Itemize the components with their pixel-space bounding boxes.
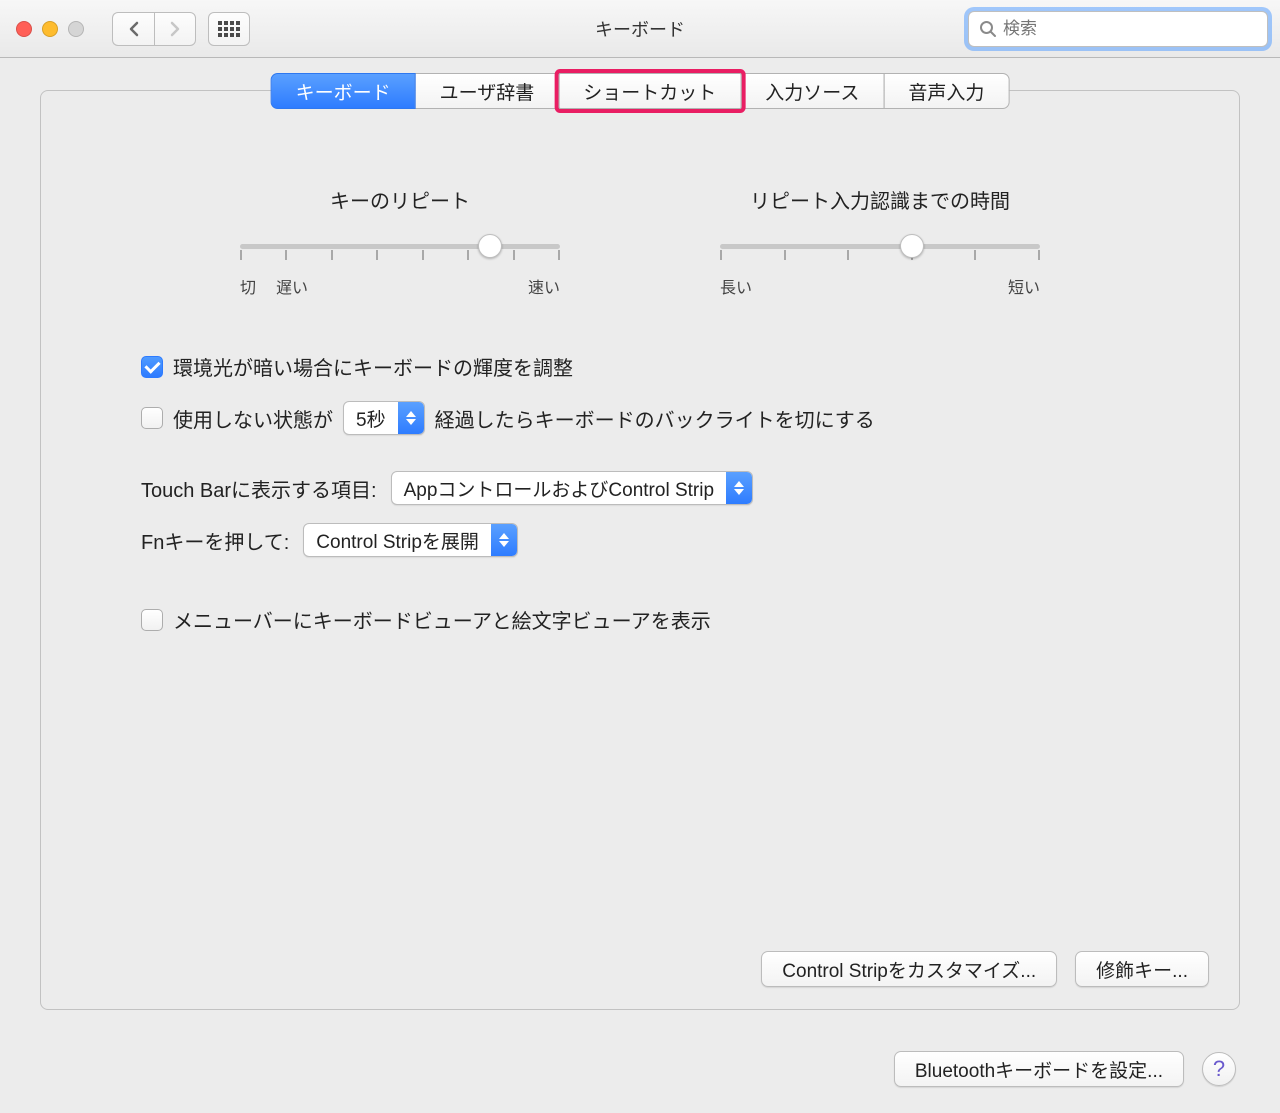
dim-backlight-label: 環境光が暗い場合にキーボードの輝度を調整	[173, 352, 573, 381]
close-window-button[interactable]	[16, 21, 32, 37]
search-field-wrap[interactable]	[968, 11, 1268, 47]
menu-viewer-checkbox[interactable]	[141, 609, 163, 631]
window-footer: Bluetoothキーボードを設定... ?	[894, 1051, 1236, 1087]
stepper-arrows-icon	[491, 524, 517, 556]
customize-control-strip-button[interactable]: Control Stripをカスタマイズ...	[761, 951, 1057, 987]
idle-off-row: 使用しない状態が 5秒 経過したらキーボードのバックライトを切にする	[141, 401, 1239, 435]
key-repeat-title: キーのリピート	[240, 185, 560, 214]
touchbar-value: AppコントロールおよびControl Strip	[392, 472, 726, 504]
fnkey-label: Fnキーを押して:	[141, 526, 289, 555]
sliders-row: キーのリピート 切 遅い 速い リピート入力認識までの時間	[41, 185, 1239, 298]
menu-viewer-label: メニューバーにキーボードビューアと絵文字ビューアを表示	[173, 605, 711, 634]
idle-off-checkbox[interactable]	[141, 407, 163, 429]
key-repeat-labels: 切 遅い 速い	[240, 274, 560, 298]
touchbar-label: Touch Barに表示する項目:	[141, 474, 377, 503]
idle-off-label-before: 使用しない状態が	[173, 404, 333, 433]
chevron-left-icon	[128, 21, 140, 37]
modifier-keys-button[interactable]: 修飾キー...	[1075, 951, 1209, 987]
tab-user-dict[interactable]: ユーザ辞書	[415, 73, 560, 109]
key-repeat-label-fast: 速い	[528, 274, 560, 298]
stepper-arrows-icon	[398, 402, 424, 434]
tab-shortcuts[interactable]: ショートカット	[558, 73, 741, 109]
delay-label-long: 長い	[720, 274, 752, 298]
help-icon: ?	[1213, 1056, 1225, 1082]
frame-bottom-buttons: Control Stripをカスタマイズ... 修飾キー...	[761, 951, 1209, 987]
fnkey-row: Fnキーを押して: Control Stripを展開	[141, 523, 1239, 557]
window-titlebar: キーボード	[0, 0, 1280, 58]
delay-knob[interactable]	[900, 234, 924, 258]
backlight-options: 環境光が暗い場合にキーボードの輝度を調整 使用しない状態が 5秒 経過したらキー…	[141, 352, 1239, 435]
delay-title: リピート入力認識までの時間	[720, 185, 1040, 214]
minimize-window-button[interactable]	[42, 21, 58, 37]
key-repeat-label-slow: 遅い	[276, 274, 308, 298]
delay-labels: 長い 短い	[720, 274, 1040, 298]
key-repeat-slider[interactable]	[240, 236, 560, 260]
grid-icon	[218, 21, 240, 37]
show-all-button[interactable]	[208, 12, 250, 46]
fnkey-select[interactable]: Control Stripを展開	[303, 523, 518, 557]
traffic-lights	[12, 21, 84, 37]
key-repeat-knob[interactable]	[478, 234, 502, 258]
tab-dictation[interactable]: 音声入力	[883, 73, 1009, 109]
key-repeat-block: キーのリピート 切 遅い 速い	[240, 185, 560, 298]
idle-seconds-select[interactable]: 5秒	[343, 401, 425, 435]
idle-off-label-after: 経過したらキーボードのバックライトを切にする	[435, 404, 875, 433]
fnkey-value: Control Stripを展開	[304, 524, 491, 556]
delay-block: リピート入力認識までの時間 長い 短い	[720, 185, 1040, 298]
stepper-arrows-icon	[726, 472, 752, 504]
key-repeat-label-off: 切	[240, 274, 256, 298]
bluetooth-keyboard-button[interactable]: Bluetoothキーボードを設定...	[894, 1051, 1184, 1087]
delay-label-short: 短い	[1008, 274, 1040, 298]
touchbar-group: Touch Barに表示する項目: AppコントロールおよびControl St…	[141, 471, 1239, 557]
dim-backlight-checkbox[interactable]	[141, 356, 163, 378]
search-input[interactable]	[1003, 19, 1259, 39]
back-button[interactable]	[112, 12, 154, 46]
touchbar-row: Touch Barに表示する項目: AppコントロールおよびControl St…	[141, 471, 1239, 505]
nav-buttons	[112, 12, 196, 46]
menu-viewer-row: メニューバーにキーボードビューアと絵文字ビューアを表示	[141, 605, 1239, 634]
dim-backlight-row: 環境光が暗い場合にキーボードの輝度を調整	[141, 352, 1239, 381]
search-icon	[979, 20, 997, 38]
idle-seconds-value: 5秒	[344, 402, 398, 434]
chevron-right-icon	[169, 21, 181, 37]
delay-slider[interactable]	[720, 236, 1040, 260]
tab-bar: キーボード ユーザ辞書 ショートカット 入力ソース 音声入力	[271, 73, 1010, 109]
tab-input-source[interactable]: 入力ソース	[740, 73, 884, 109]
help-button[interactable]: ?	[1202, 1052, 1236, 1086]
preferences-frame: キーボード ユーザ辞書 ショートカット 入力ソース 音声入力 キーのリピート 切…	[40, 90, 1240, 1010]
tab-keyboard[interactable]: キーボード	[271, 73, 416, 109]
forward-button[interactable]	[154, 12, 196, 46]
touchbar-select[interactable]: AppコントロールおよびControl Strip	[391, 471, 753, 505]
zoom-window-button[interactable]	[68, 21, 84, 37]
